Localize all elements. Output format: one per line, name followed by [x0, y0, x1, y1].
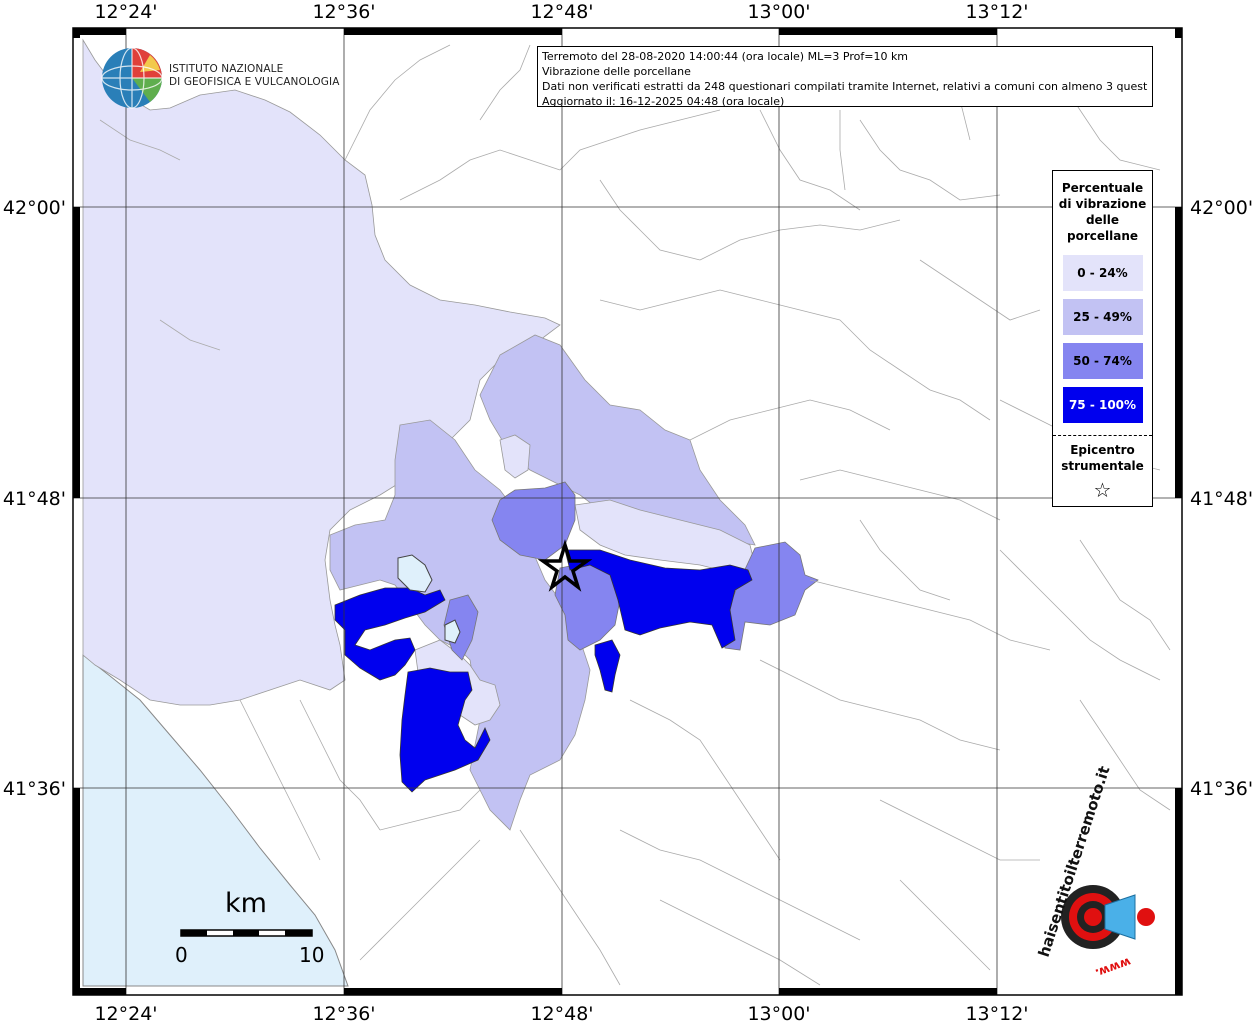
lat-label-right-1: 42°00': [1190, 197, 1253, 219]
lon-label-bottom-5: 13°12': [965, 1003, 1028, 1024]
lat-label-left-1: 42°00': [3, 197, 66, 219]
update-time: Aggiornato il: 16-12-2025 04:48 (ora loc…: [542, 95, 785, 108]
legend-item-75-100: 75 - 100%: [1062, 387, 1143, 423]
lon-label-bottom-2: 12°36': [312, 1003, 375, 1024]
lat-label-right-2: 41°48': [1190, 488, 1253, 510]
institute-line-2: DI GEOFISICA E VULCANOLOGIA: [169, 76, 340, 88]
legend-item-0-24: 0 - 24%: [1062, 255, 1143, 291]
scale-end: 10: [299, 943, 325, 967]
lon-label-top-2: 12°36': [312, 1, 375, 23]
lat-label-right-3: 41°36': [1190, 778, 1253, 800]
legend-title-line: delle: [1085, 213, 1120, 227]
event-title: Terremoto del 28-08-2020 14:00:44 (ora l…: [542, 50, 909, 63]
legend-star-icon: ☆: [1093, 478, 1112, 502]
lon-label-bottom-3: 12°48': [530, 1003, 593, 1024]
legend: Percentuale di vibrazione delle porcella…: [1052, 170, 1153, 507]
epicenter-label-line: Epicentro: [1070, 443, 1135, 457]
scale-bar: [180, 929, 313, 937]
legend-epicenter-label: Epicentro strumentale: [1053, 442, 1152, 474]
lon-label-top-4: 13°00': [747, 1, 810, 23]
scale-unit: km: [225, 888, 267, 919]
data-note: Dati non verificati estratti da 248 ques…: [542, 80, 1148, 93]
lon-label-top-3: 12°48': [530, 1, 593, 23]
parameter-name: Vibrazione delle porcellane: [542, 65, 691, 78]
epicenter-label-line: strumentale: [1061, 459, 1144, 473]
lon-label-top-5: 13°12': [965, 1, 1028, 23]
institute-name: ISTITUTO NAZIONALE DI GEOFISICA E VULCAN…: [169, 63, 340, 89]
map: 12°24' 12°36' 12°48' 13°00' 13°12' 12°24…: [3, 1, 1253, 1024]
lon-label-top-1: 12°24': [94, 1, 157, 23]
lat-label-left-3: 41°36': [3, 778, 66, 800]
legend-title: Percentuale di vibrazione delle porcella…: [1053, 180, 1152, 244]
lat-label-left-2: 41°48': [3, 488, 66, 510]
event-info-box: Terremoto del 28-08-2020 14:00:44 (ora l…: [537, 46, 1153, 108]
legend-item-25-49: 25 - 49%: [1062, 299, 1143, 335]
ingv-globe-icon: [101, 47, 163, 109]
scale-start: 0: [175, 943, 188, 967]
legend-separator: [1053, 435, 1152, 436]
legend-title-line: porcellane: [1066, 229, 1138, 243]
lon-label-bottom-4: 13°00': [747, 1003, 810, 1024]
institute-line-1: ISTITUTO NAZIONALE: [169, 63, 284, 75]
legend-item-50-74: 50 - 74%: [1062, 343, 1143, 379]
legend-title-line: Percentuale: [1061, 181, 1144, 195]
legend-title-line: di vibrazione: [1058, 197, 1147, 211]
lon-label-bottom-1: 12°24': [94, 1003, 157, 1024]
